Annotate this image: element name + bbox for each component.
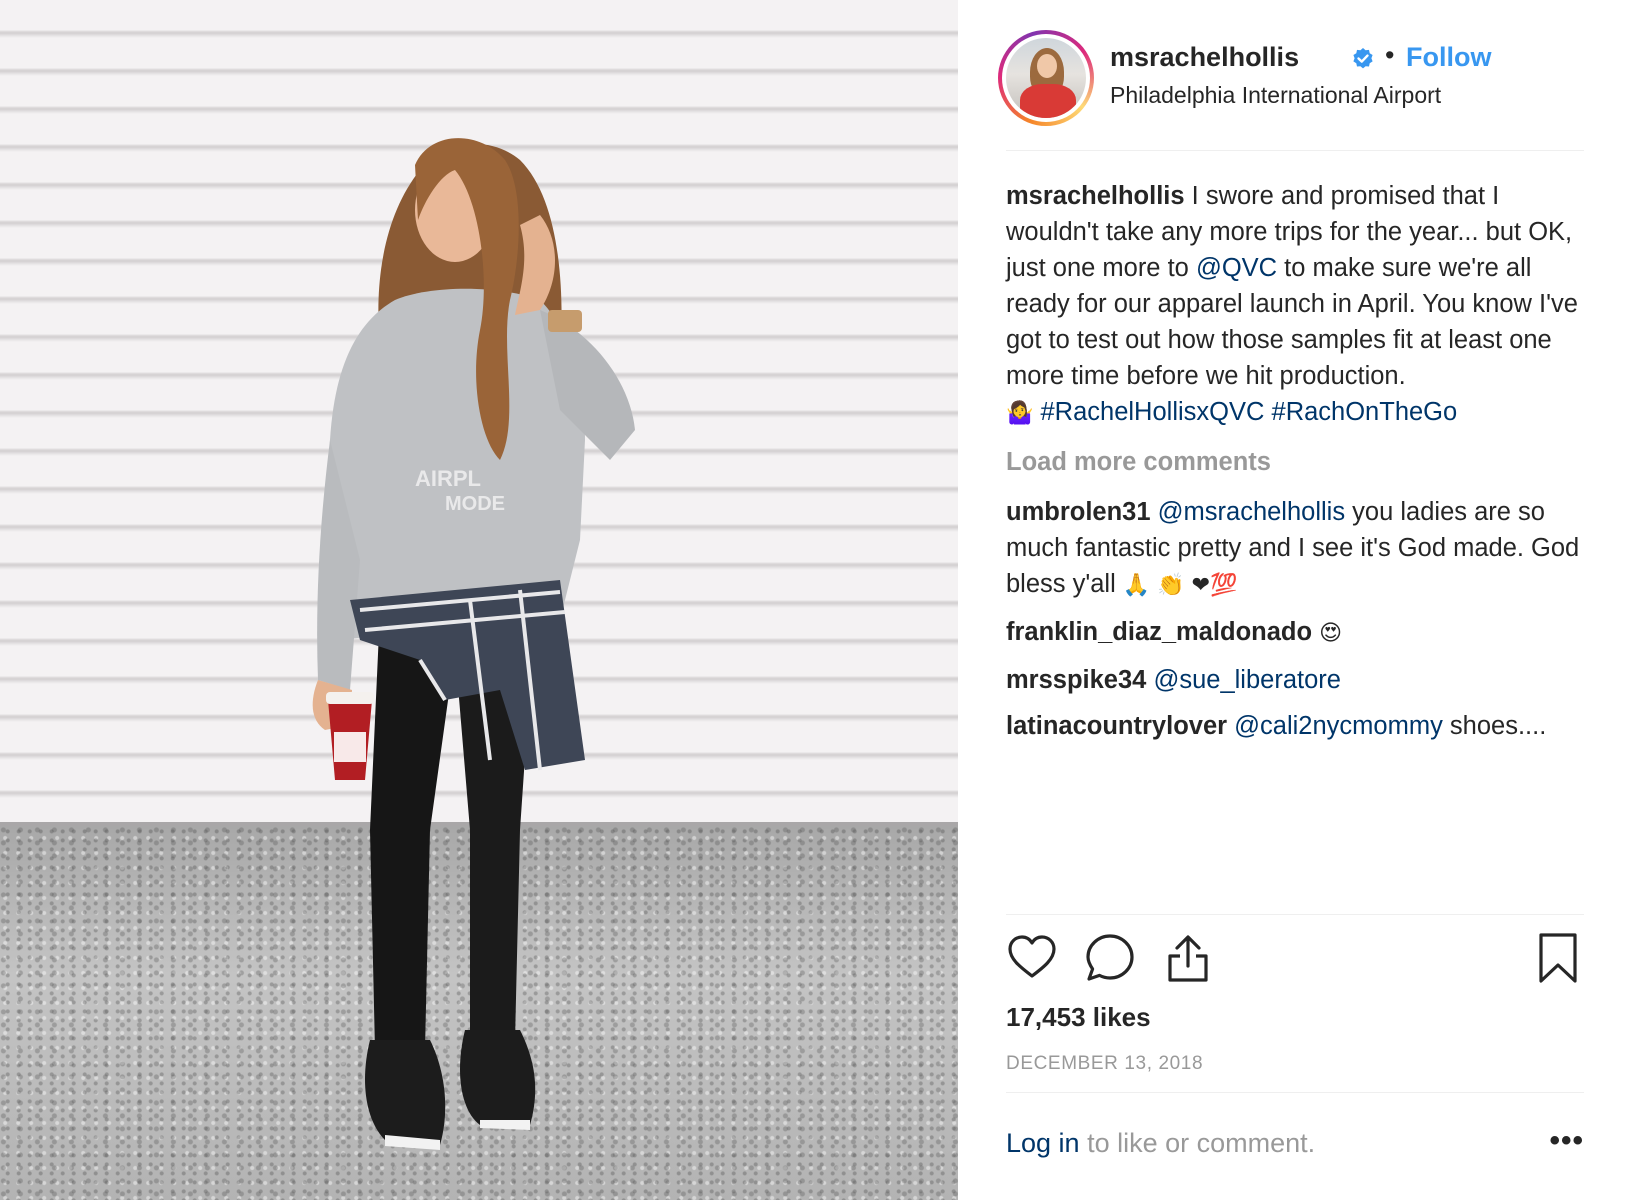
post-sidebar: msrachelhollis • Follow Philadelphia Int… [958,0,1626,1200]
comment-username[interactable]: mrsspike34 [1006,666,1146,694]
avatar[interactable] [998,30,1094,126]
actions-divider [1006,914,1584,915]
login-link[interactable]: Log in [1006,1128,1080,1158]
comment-mention[interactable]: @sue_liberatore [1153,666,1341,694]
header-divider [1006,150,1584,151]
caption-emoji: 🤷‍♀️ [1006,401,1034,426]
comment-emoji: 🙏 👏 ❤💯 [1122,573,1238,598]
caption-username[interactable]: msrachelhollis [1006,182,1185,210]
comment-username[interactable]: franklin_diaz_maldonado [1006,618,1312,646]
hashtag-link[interactable]: #RachOnTheGo [1272,398,1458,426]
comment-text: shoes.... [1442,712,1547,740]
comment-item: umbrolen31 @msrachelhollis you ladies ar… [1006,494,1584,604]
heart-icon[interactable] [1006,932,1058,984]
comment-item: latinacountrylover @cali2nycmommy shoes.… [1006,708,1584,744]
comment-mention[interactable]: @msrachelhollis [1158,498,1345,526]
post-header: msrachelhollis • Follow Philadelphia Int… [998,30,1558,126]
caption: msrachelhollis I swore and promised that… [1006,178,1584,432]
more-options-icon[interactable]: ••• [1549,1124,1584,1158]
username-link[interactable]: msrachelhollis [1110,42,1299,73]
location-link[interactable]: Philadelphia International Airport [1110,82,1441,109]
follow-button[interactable]: Follow [1406,42,1491,73]
woman-figure: AIRPL MODE [312,138,635,1150]
comment-username[interactable]: latinacountrylover [1006,712,1227,740]
login-prompt-text: to like or comment. [1079,1128,1316,1158]
share-icon[interactable] [1162,932,1214,984]
comment-mention[interactable]: @cali2nycmommy [1234,712,1443,740]
footer-divider [1006,1092,1584,1093]
comment-username[interactable]: umbrolen31 [1006,498,1151,526]
post-footer: Log in to like or comment. ••• [1006,1124,1584,1159]
verified-badge-icon [1353,48,1373,69]
post-photo[interactable]: AIRPL MODE [0,0,958,1200]
shirt-text-line-2: MODE [445,493,505,515]
hashtag-link[interactable]: #RachelHollisxQVC [1041,398,1265,426]
shirt-text-line-1: AIRPL [415,466,481,491]
post-date: DECEMBER 13, 2018 [1006,1053,1204,1074]
separator-dot: • [1385,40,1395,70]
comment-emoji: 😍 [1319,621,1343,646]
comment-icon[interactable] [1084,932,1136,984]
bookmark-icon[interactable] [1532,932,1584,984]
load-more-comments-button[interactable]: Load more comments [1006,444,1584,480]
likes-count[interactable]: 17,453 likes [1006,1002,1151,1033]
comment-item: franklin_diaz_maldonado 😍 [1006,614,1584,652]
action-bar [1006,932,1584,992]
comments-section: msrachelhollis I swore and promised that… [1006,178,1584,754]
caption-mention[interactable]: @QVC [1196,254,1277,282]
comment-item: mrsspike34 @sue_liberatore [1006,662,1584,698]
